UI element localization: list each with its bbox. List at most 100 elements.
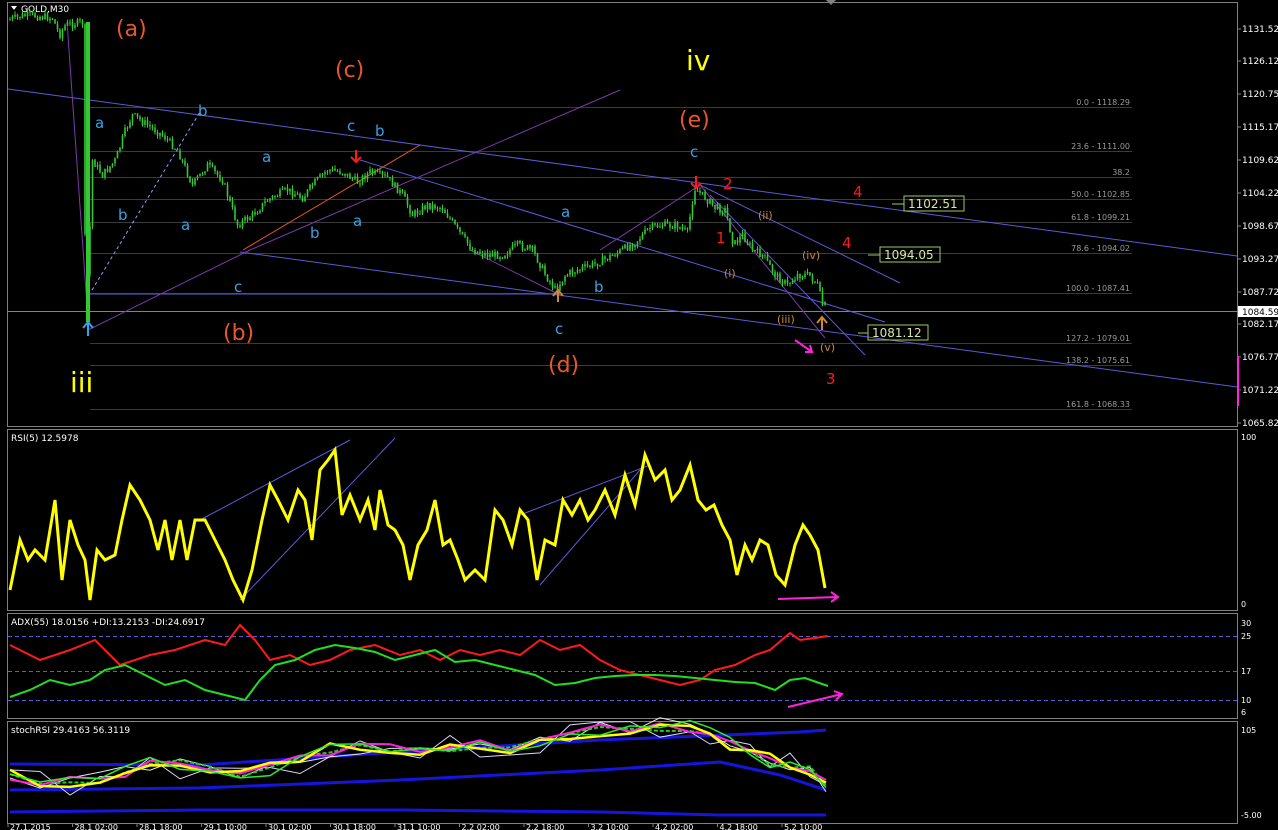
rsi-line xyxy=(8,445,827,605)
candle-body xyxy=(631,244,634,248)
rsi-pink-arrow-icon xyxy=(777,591,840,603)
stoch-lines xyxy=(9,717,827,817)
candle-body xyxy=(511,245,514,250)
candle-body xyxy=(781,282,784,284)
wave-label-small-b: b xyxy=(375,122,385,140)
candle-body xyxy=(711,199,714,206)
candle-body xyxy=(336,170,339,172)
candle-body xyxy=(784,280,786,284)
candle-body xyxy=(51,18,54,20)
adx-level-label: 25 xyxy=(1241,632,1251,641)
candle-body xyxy=(521,242,524,250)
candle-body xyxy=(251,212,254,218)
candle-body xyxy=(191,181,194,185)
candle-body xyxy=(344,173,346,176)
candle-body xyxy=(111,163,114,167)
candle-body xyxy=(324,172,326,175)
adx-level-label: 17 xyxy=(1241,667,1251,676)
candle-body xyxy=(139,116,141,120)
stoch-panel-border xyxy=(7,721,1238,824)
candle-body xyxy=(136,113,139,117)
candle-body xyxy=(81,20,84,25)
candle-body xyxy=(494,251,496,257)
time-axis-label: 2.2 02:00 xyxy=(462,823,500,830)
candle-body xyxy=(704,191,706,200)
candle-body xyxy=(299,193,301,198)
candle-body xyxy=(384,174,386,176)
candle-body xyxy=(476,251,479,255)
candle-body xyxy=(211,164,214,167)
candle-body xyxy=(96,164,99,167)
candle-body xyxy=(34,13,36,18)
candle-body xyxy=(596,263,599,267)
candle-body xyxy=(294,194,296,197)
candle-body xyxy=(634,244,636,248)
candle-body xyxy=(746,242,749,245)
stoch-band-lower xyxy=(9,808,826,817)
candle-body xyxy=(209,162,211,165)
candle-body xyxy=(446,213,449,218)
candle-body xyxy=(619,249,621,254)
candle-body xyxy=(69,22,71,24)
candle-body xyxy=(129,122,131,128)
candle-body xyxy=(671,227,674,229)
candle-body xyxy=(694,190,696,205)
candle-body xyxy=(609,254,611,261)
candle-body xyxy=(701,191,704,193)
fib-label: 0.0 - 1118.29 xyxy=(1076,98,1130,107)
wave-label-small-a: a xyxy=(181,216,190,234)
candle-body xyxy=(809,272,811,276)
candle-body xyxy=(359,183,361,185)
candle-body xyxy=(214,166,216,172)
candle-body xyxy=(366,172,369,179)
candle-body xyxy=(124,127,126,136)
time-axis-label: 28.1 18:00 xyxy=(139,823,182,830)
candle-body xyxy=(24,14,26,17)
candle-body xyxy=(799,274,801,279)
candle-body xyxy=(394,182,396,187)
candle-body xyxy=(731,232,734,245)
candle-body xyxy=(759,248,761,258)
candle-body xyxy=(311,184,314,186)
candle-body xyxy=(429,202,431,210)
candle-body xyxy=(231,200,234,208)
candle-body xyxy=(389,177,391,179)
candle-body xyxy=(564,276,566,282)
wave-label-iii-small: (iii) xyxy=(777,313,795,326)
candle-body xyxy=(401,189,404,192)
chart-window: GOLD,M30 RSI(5) 12.5978 ADX(55) 18.0156 … xyxy=(0,0,1278,830)
candle-body xyxy=(334,168,336,171)
candle-body xyxy=(681,227,684,229)
candle-body xyxy=(611,254,614,256)
candle-body xyxy=(154,127,156,133)
dropdown-triangle-icon[interactable] xyxy=(11,6,17,10)
time-axis-label: 30.1 18:00 xyxy=(333,823,376,830)
candle-body xyxy=(61,29,64,38)
candle-body xyxy=(579,269,581,271)
candle-body xyxy=(164,135,166,140)
candle-body xyxy=(356,176,359,184)
fib-lines xyxy=(90,107,1132,410)
candle-body xyxy=(246,216,249,221)
candle-body xyxy=(479,251,481,254)
adx-pink-arrow-icon xyxy=(787,690,844,708)
candle-body xyxy=(404,191,406,197)
candle-body xyxy=(221,180,224,184)
candle-body xyxy=(439,207,441,209)
candle-body xyxy=(661,226,664,228)
candle-body xyxy=(269,198,271,201)
inner-channel-line-1 xyxy=(359,159,886,323)
candle-body xyxy=(804,273,806,278)
candle-body xyxy=(586,264,589,266)
candle-body xyxy=(189,176,191,182)
candle-body xyxy=(161,132,164,136)
candle-body xyxy=(626,244,629,251)
up-arrow-icon xyxy=(816,315,828,330)
candle-body xyxy=(664,221,666,227)
adx-level-label: 30 xyxy=(1241,619,1251,628)
candle-body xyxy=(179,150,181,160)
channel-lower-line xyxy=(239,251,1238,388)
candle-body xyxy=(56,23,59,30)
candle-body xyxy=(256,212,259,215)
candle-body xyxy=(721,212,724,214)
